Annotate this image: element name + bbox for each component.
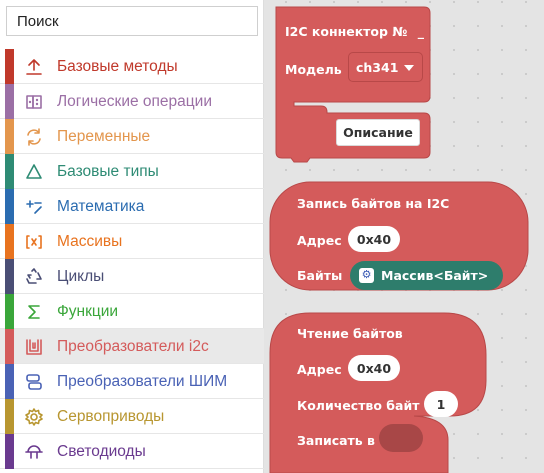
category-color-bar (5, 364, 14, 399)
model-label: Модель (285, 62, 342, 77)
category-color-bar (5, 49, 14, 84)
bytes-array-chip[interactable]: ⚙ Массив<Байт> (350, 261, 503, 290)
category-list: Базовые методы Логические операции Перемен… (0, 49, 264, 469)
triangle-icon (24, 162, 44, 182)
category-item[interactable]: Базовые типы (0, 154, 264, 189)
variable-slot[interactable] (379, 424, 423, 452)
search-input[interactable] (6, 6, 258, 36)
category-item[interactable]: Преобразователи i2c (0, 329, 264, 364)
pwm-icon (24, 372, 44, 392)
category-item[interactable]: Математика (0, 189, 264, 224)
recycle-icon (24, 267, 44, 287)
category-color-bar (5, 189, 14, 224)
toolbox-sidebar: Базовые методы Логические операции Перемен… (0, 0, 264, 473)
count-input[interactable]: 1 (424, 391, 458, 417)
connector-number-field[interactable]: _ (418, 24, 424, 39)
write-address-input[interactable]: 0x40 (348, 226, 400, 252)
model-value: ch341 (356, 59, 399, 75)
category-label: Переменные (57, 128, 151, 145)
bytes-array-label: Массив<Байт> (381, 268, 489, 283)
category-item[interactable]: Логические операции (0, 84, 264, 119)
write-to-label: Записать в (297, 433, 375, 448)
category-label: Массивы (57, 233, 123, 250)
category-color-bar (5, 119, 14, 154)
category-label: Преобразователи ШИМ (57, 373, 228, 390)
category-label: Математика (57, 198, 145, 215)
write-bytes-title: Запись байтов на I2C (297, 196, 450, 211)
category-item[interactable]: Базовые методы (0, 49, 264, 84)
category-label: Логические операции (57, 93, 212, 110)
count-label: Количество байт (297, 398, 420, 413)
led-icon (24, 442, 44, 462)
write-address-label: Адрес (297, 233, 342, 248)
category-item[interactable]: Функции (0, 294, 264, 329)
category-label: Сервоприводы (57, 408, 165, 425)
refresh-icon (24, 127, 44, 147)
read-address-input[interactable]: 0x40 (348, 355, 400, 381)
category-color-bar (5, 294, 14, 329)
category-label: Преобразователи i2c (57, 338, 209, 355)
category-color-bar (5, 259, 14, 294)
category-color-bar (5, 329, 14, 364)
category-item[interactable]: Сервоприводы (0, 399, 264, 434)
description-button[interactable]: Описание (336, 119, 420, 146)
category-item[interactable]: Светодиоды (0, 434, 264, 469)
gear-icon (24, 407, 44, 427)
read-bytes-title: Чтение байтов (297, 326, 403, 341)
category-color-bar (5, 154, 14, 189)
category-label: Базовые методы (57, 58, 178, 75)
connector-title: I2C коннектор № _ (285, 24, 424, 39)
settings-icon[interactable]: ⚙ (359, 268, 374, 283)
category-item[interactable]: Переменные (0, 119, 264, 154)
read-address-label: Адрес (297, 362, 342, 377)
logic-icon (24, 92, 44, 112)
category-label: Циклы (57, 268, 105, 285)
category-color-bar (5, 434, 14, 469)
category-item[interactable]: Преобразователи ШИМ (0, 364, 264, 399)
connector-title-text: I2C коннектор № (285, 24, 408, 39)
blocks-workspace[interactable]: I2C коннектор № _ Модель ch341 Описание … (264, 0, 544, 473)
math-icon (24, 197, 44, 217)
category-item[interactable]: Массивы (0, 224, 264, 259)
chevron-down-icon (404, 65, 414, 71)
category-color-bar (5, 399, 14, 434)
category-label: Функции (57, 303, 119, 320)
category-item[interactable]: Циклы (0, 259, 264, 294)
category-color-bar (5, 84, 14, 119)
upload-icon (24, 57, 44, 77)
category-color-bar (5, 224, 14, 259)
model-dropdown[interactable]: ch341 (348, 52, 423, 82)
sigma-icon (24, 302, 44, 322)
array-icon (24, 232, 44, 252)
i2c-icon (24, 337, 44, 357)
category-label: Базовые типы (57, 163, 159, 180)
category-label: Светодиоды (57, 443, 146, 460)
description-button-label: Описание (343, 125, 413, 140)
write-bytes-label: Байты (297, 268, 343, 283)
